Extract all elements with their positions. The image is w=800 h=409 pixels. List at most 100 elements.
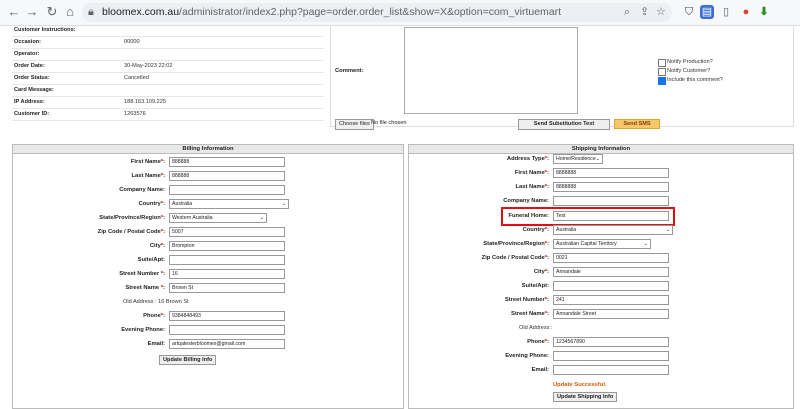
notify-production-checkbox[interactable] [658, 59, 666, 67]
update-success-message: Update Successful. [553, 382, 607, 388]
share-icon[interactable]: ⇪ [640, 6, 649, 19]
billing-first-name-input[interactable]: 888888 [169, 157, 285, 167]
update-shipping-button[interactable]: Update Shipping Info [553, 392, 618, 402]
notify-customer-checkbox[interactable] [658, 68, 666, 76]
shipping-street-name-input[interactable]: Annandale Street [553, 309, 669, 319]
comment-label: Comment: [335, 68, 364, 74]
detail-label: Occasion: [14, 39, 42, 45]
comment-panel: Comment: Notify Production? Notify Custo… [330, 26, 794, 130]
first-name-label: First Name*: [130, 159, 165, 165]
send-sms-button[interactable]: Send SMS [614, 119, 660, 129]
detail-label: Order Date: [14, 63, 45, 69]
bookmark-star-icon[interactable]: ☆ [656, 6, 666, 19]
download-icon[interactable]: ⬇ [757, 5, 771, 19]
billing-country-select[interactable]: Australia ⌄ [169, 199, 289, 209]
back-icon[interactable]: ← [6, 4, 22, 20]
shipping-suite-input[interactable] [553, 281, 669, 291]
detail-label: Card Message: [14, 87, 54, 93]
zoom-icon[interactable]: ⌕ [624, 6, 630, 19]
address-type-label: Address Type*: [506, 156, 549, 162]
reload-icon[interactable]: ↻ [44, 4, 60, 20]
evening-phone-label: Evening Phone: [505, 353, 549, 359]
shipping-evening-phone-input[interactable] [553, 351, 669, 361]
shipping-panel: Shipping Information Address Type*: Home/… [408, 144, 794, 409]
detail-value: 1263576 [124, 111, 146, 117]
country-label: Country*: [138, 201, 165, 207]
url-text: bloomex.com.au/administrator/index2.php?… [102, 6, 562, 18]
billing-evening-phone-input[interactable] [169, 325, 285, 335]
shipping-first-name-input[interactable]: 8888888 [553, 168, 669, 178]
shipping-address-type-select[interactable]: Home/Residence ⌄ [553, 154, 603, 164]
billing-state-select[interactable]: Western Australia ⌄ [169, 213, 267, 223]
forward-icon[interactable]: → [24, 4, 40, 20]
billing-phone-input[interactable]: 9384848493 [169, 311, 285, 321]
choose-files-button[interactable]: Choose files [335, 119, 374, 130]
lock-icon: 🔒︎ [88, 6, 94, 18]
shipping-zip-input[interactable]: 0021 [553, 253, 669, 263]
detail-value: 188.163.109.225 [124, 99, 166, 105]
chevron-down-icon: ⌄ [643, 241, 648, 247]
country-label: Country*: [522, 227, 549, 233]
street-number-label: Street Number*: [504, 297, 549, 303]
billing-last-name-input[interactable]: 888888 [169, 171, 285, 181]
translate-extension-icon[interactable]: ▤ [700, 5, 714, 19]
street-name-label: Street Name *: [125, 285, 165, 291]
home-icon[interactable]: ⌂ [62, 4, 78, 20]
shipping-last-name-input[interactable]: 8888888 [553, 182, 669, 192]
company-label: Company Name: [503, 198, 549, 204]
state-label: State/Province/Region*: [483, 241, 549, 247]
update-billing-button[interactable]: Update Billing Info [159, 355, 217, 365]
billing-company-input[interactable] [169, 185, 285, 195]
city-label: City*: [533, 269, 549, 275]
state-label: State/Province/Region*: [99, 215, 165, 221]
shipping-phone-input[interactable]: 1234567890 [553, 337, 669, 347]
city-label: City*: [149, 243, 165, 249]
chevron-down-icon: ⌄ [259, 215, 264, 221]
comment-textarea[interactable] [404, 27, 578, 114]
detail-label: Customer Instructions: [14, 27, 76, 33]
file-status: No file chosen [371, 120, 407, 126]
chevron-down-icon: ⌄ [281, 201, 286, 207]
phone-label: Phone*: [527, 339, 549, 345]
detail-label: Operator: [14, 51, 40, 57]
send-substitution-button[interactable]: Send Substitution Text [518, 119, 610, 130]
last-name-label: Last Name*: [515, 184, 549, 190]
shipping-country-select[interactable]: Australia ⌄ [553, 225, 673, 235]
include-comment-checkbox[interactable] [658, 77, 666, 85]
address-bar[interactable]: 🔒︎ bloomex.com.au/administrator/index2.p… [82, 3, 672, 22]
detail-value: 00000 [124, 39, 140, 45]
billing-old-address: Old Address : 16 Brown St [123, 299, 189, 305]
order-details: Customer Instructions: Occasion: 00000 Op… [12, 26, 324, 121]
shipping-city-input[interactable]: Annandale [553, 267, 669, 277]
billing-street-name-input[interactable]: Brown St [169, 283, 285, 293]
detail-label: IP Address: [14, 99, 45, 105]
detail-value: 30-May-2023 22:02 [124, 63, 173, 69]
street-name-label: Street Name*: [510, 311, 549, 317]
notify-customer-label: Notify Customer? [667, 68, 711, 74]
notify-production-label: Notify Production? [667, 59, 713, 65]
suite-label: Suite/Apt: [521, 283, 549, 289]
shipping-company-input[interactable] [553, 196, 669, 206]
color-extension-icon[interactable]: ● [739, 5, 753, 19]
email-label: Email: [147, 341, 165, 347]
detail-value: Cancelled [124, 75, 149, 81]
shipping-email-input[interactable] [553, 365, 669, 375]
suite-label: Suite/Apt: [137, 257, 165, 263]
shield-extension-icon[interactable]: ⛉ [682, 5, 696, 19]
billing-suite-input[interactable] [169, 255, 285, 265]
shipping-street-number-input[interactable]: 241 [553, 295, 669, 305]
email-label: Email: [531, 367, 549, 373]
billing-zip-input[interactable]: 5007 [169, 227, 285, 237]
zip-label: Zip Code / Postal Code*: [97, 229, 165, 235]
billing-street-number-input[interactable]: 16 [169, 269, 285, 279]
shipping-old-address: Old Address : [519, 325, 553, 331]
billing-panel: Billing Information First Name*: 888888 L… [12, 144, 404, 409]
street-number-label: Street Number *: [119, 271, 165, 277]
document-extension-icon[interactable]: ▯ [719, 5, 733, 19]
billing-email-input[interactable]: artqatesterbloomex@gmail.com [169, 339, 285, 349]
shipping-state-select[interactable]: Australian Capital Territory ⌄ [553, 239, 651, 249]
zip-label: Zip Code / Postal Code*: [481, 255, 549, 261]
company-label: Company Name: [119, 187, 165, 193]
billing-city-input[interactable]: Brompton [169, 241, 285, 251]
billing-title: Billing Information [13, 145, 403, 154]
